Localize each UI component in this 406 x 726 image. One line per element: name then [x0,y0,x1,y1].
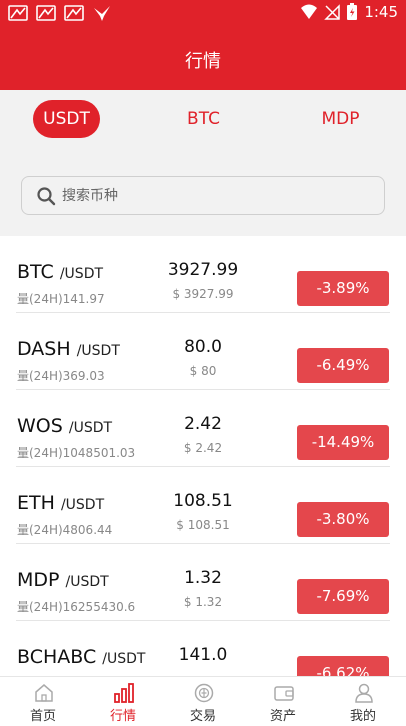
symbol: WOS [17,415,63,437]
symbol: BCHABC [17,646,97,668]
last-price: 2.42 [184,414,222,434]
app-notification-icon [36,5,56,21]
tabbar-label: 行情 [109,709,136,724]
tabbar-label: 资产 [269,709,296,724]
symbol: DASH [17,338,71,360]
no-signal-icon [324,4,341,20]
page-title: 行情 [185,51,221,72]
volume-24h: 量(24H)16255430.6 [17,600,136,614]
bird-logo-icon [94,6,110,21]
chart-bars-icon [114,683,134,703]
change-badge: -14.49% [297,425,389,460]
system-status: 1:45 [300,3,398,21]
usd-price: $ 2.42 [183,441,223,455]
tab-usdt[interactable]: USDT [33,100,100,138]
pair-name: DASH /USDT [17,338,120,360]
quote-currency: /USDT [76,343,120,359]
user-icon [355,683,373,703]
status-bar: 1:45 [0,0,406,28]
tabbar-market[interactable]: 行情 [83,677,163,726]
tabbar-label: 首页 [29,709,56,724]
quote-currency: /USDT [68,420,113,436]
change-badge: -7.69% [297,579,389,614]
pair-name: WOS /USDT [17,415,112,437]
market-row-dash[interactable]: DASH /USDT 量(24H)369.03 80.0 $ 80 -6.49% [16,313,390,390]
usd-price: $ 1.32 [183,595,223,609]
search-input[interactable] [62,185,362,207]
quote-currency: /USDT [59,266,104,282]
volume-24h: 量(24H)1048501.03 [17,446,136,460]
volume-24h: 量(24H)4806.44 [17,523,113,537]
search-icon [37,187,56,206]
quote-currency: /USDT [65,574,109,590]
symbol: ETH [17,492,55,514]
change-badge: -3.80% [297,502,389,537]
last-price: 1.32 [184,568,222,588]
usd-price: $ 80 [189,364,217,378]
change-badge: -3.89% [297,271,389,306]
search-section [0,152,406,236]
tab-mdp[interactable]: MDP [307,100,374,138]
usd-price: $ 108.51 [176,518,230,532]
volume-24h: 量(24H)369.03 [17,369,105,383]
market-row-mdp[interactable]: MDP /USDT 量(24H)16255430.6 1.32 $ 1.32 -… [16,544,390,621]
wifi-icon [301,4,318,19]
quote-currency: /USDT [102,651,146,667]
clock: 1:45 [364,3,398,21]
volume-24h: 量(24H)141.97 [17,292,105,306]
battery-charging-icon [347,3,358,20]
notification-icons [8,4,112,22]
app-notification-icon [8,5,28,21]
trade-icon [194,683,214,703]
change-badge: -6.49% [297,348,389,383]
pair-name: ETH /USDT [17,492,104,514]
tabbar-label: 我的 [349,709,376,724]
last-price: 141.0 [178,645,228,665]
app-header: 行情 [0,28,406,90]
symbol: MDP [17,569,60,591]
tabbar-assets[interactable]: 资产 [243,677,323,726]
home-icon [35,684,53,702]
market-row-eth[interactable]: ETH /USDT 量(24H)4806.44 108.51 $ 108.51 … [16,467,390,544]
market-list: BTC /USDT 量(24H)141.97 3927.99 $ 3927.99… [0,236,406,676]
usd-price: $ 3927.99 [172,287,234,301]
last-price: 108.51 [173,491,233,511]
market-tabs: USDT BTC MDP [0,90,406,152]
market-row-btc[interactable]: BTC /USDT 量(24H)141.97 3927.99 $ 3927.99… [16,236,390,313]
last-price: 3927.99 [167,260,239,280]
last-price: 80.0 [184,337,222,357]
market-row-bchabc[interactable]: BCHABC /USDT 141.0 -6.62% [16,621,390,676]
wallet-icon [274,686,294,701]
tabbar-trade[interactable]: 交易 [163,677,243,726]
tabbar-home[interactable]: 首页 [3,677,83,726]
tabbar-label: 交易 [189,709,216,724]
search-box[interactable] [21,176,385,215]
change-badge: -6.62% [297,656,389,676]
app-notification-icon [64,5,84,21]
pair-name: BTC /USDT [17,261,103,283]
tabbar-profile[interactable]: 我的 [323,677,403,726]
bottom-tab-bar: 首页 行情 交易 资产 我的 [0,676,406,725]
pair-name: BCHABC /USDT [17,646,145,668]
market-row-wos[interactable]: WOS /USDT 量(24H)1048501.03 2.42 $ 2.42 -… [16,390,390,467]
symbol: BTC [17,261,54,283]
tab-btc[interactable]: BTC [170,100,237,138]
pair-name: MDP /USDT [17,569,109,591]
quote-currency: /USDT [60,497,105,513]
